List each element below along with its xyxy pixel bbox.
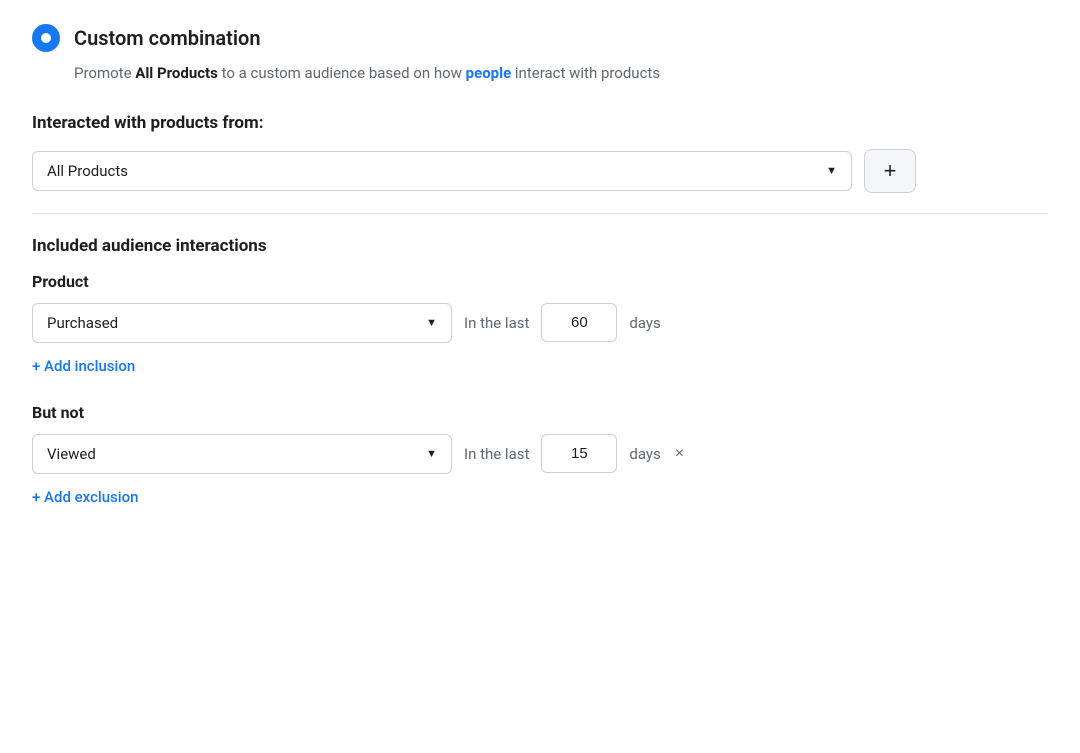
included-section-label: Included audience interactions [32,236,1048,256]
exclusion-row: Viewed ▼ In the last days × [32,434,1048,474]
product-action-value: Purchased [47,314,118,332]
days-input-2[interactable] [541,434,617,473]
in-the-last-label-1: In the last [464,314,529,332]
products-dropdown[interactable]: All Products ▼ [32,151,852,191]
interacted-label: Interacted with products from: [32,113,1048,133]
section-divider [32,213,1048,214]
product-action-dropdown[interactable]: Purchased ▼ [32,303,452,343]
but-not-section: But not Viewed ▼ In the last days × + Ad… [32,403,1048,534]
header-row: Custom combination [32,24,1048,52]
product-action-arrow-icon: ▼ [426,316,437,329]
products-dropdown-arrow-icon: ▼ [826,164,837,177]
in-the-last-label-2: In the last [464,445,529,463]
included-section: Included audience interactions Product P… [32,236,1048,403]
subtitle-bold: All Products [135,64,218,82]
subtitle-middle: to a custom audience based on how [218,64,466,82]
products-row: All Products ▼ + [32,149,1048,193]
exclusion-dropdown-arrow-icon: ▼ [426,447,437,460]
inclusion-row: Purchased ▼ In the last days [32,303,1048,343]
add-exclusion-link[interactable]: + Add exclusion [32,488,138,506]
subtitle: Promote All Products to a custom audienc… [74,62,1048,85]
product-field-label: Product [32,272,1048,291]
radio-button[interactable] [32,24,60,52]
interacted-section: Interacted with products from: All Produ… [32,113,1048,193]
but-not-label: But not [32,403,1048,422]
exclusion-dropdown[interactable]: Viewed ▼ [32,434,452,474]
days-input-1[interactable] [541,303,617,342]
subtitle-suffix: interact with products [511,64,660,82]
add-inclusion-link[interactable]: + Add inclusion [32,357,135,375]
radio-inner [41,33,51,43]
remove-exclusion-button[interactable]: × [673,445,686,463]
days-label-1: days [629,314,660,332]
people-link[interactable]: people [466,64,512,82]
exclusion-dropdown-value: Viewed [47,445,96,463]
days-label-2: days [629,445,660,463]
subtitle-prefix: Promote [74,64,135,82]
add-products-button[interactable]: + [864,149,916,193]
products-dropdown-value: All Products [47,162,128,180]
page-title: Custom combination [74,26,261,50]
